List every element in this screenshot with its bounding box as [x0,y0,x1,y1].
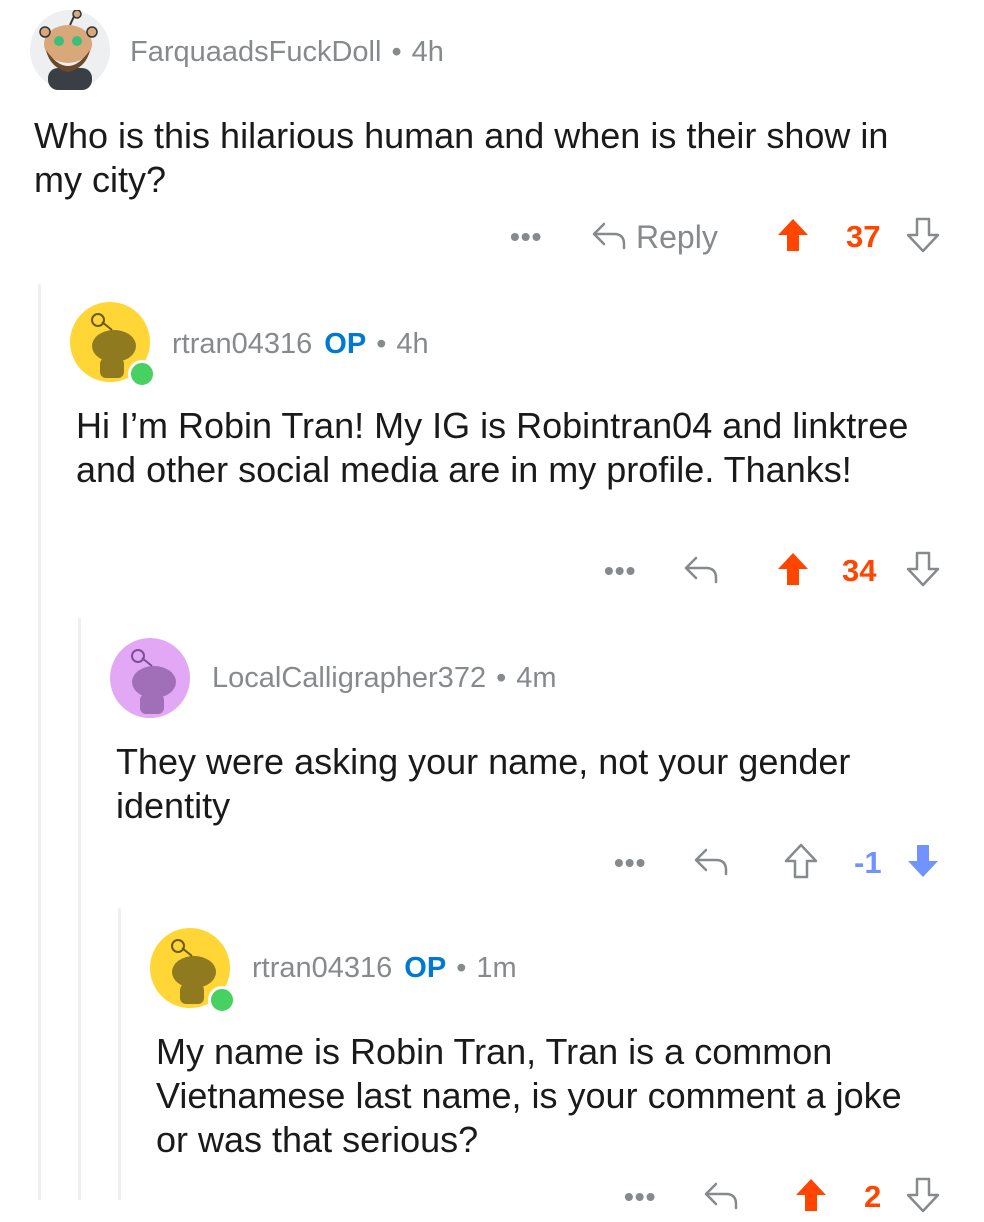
comment-actions: ••• Reply 37 [0,212,984,262]
timestamp: 4h [396,327,429,360]
yellow-snoo-avatar[interactable] [150,928,236,1014]
more-options-button[interactable]: ••• [614,838,646,888]
comment-localcalligrapher372: LocalCalligrapher372 • 4m They were aski… [0,626,984,906]
downvote-button[interactable] [906,838,940,888]
reply-arrow-icon [692,846,730,881]
meta-separator: • [496,661,507,694]
purple-snoo-avatar[interactable] [110,638,190,718]
comment-header: rtran04316 OP • 1m [252,946,517,990]
reply-button[interactable] [682,546,720,596]
reply-arrow-icon [702,1180,740,1215]
bearded-snoo-avatar[interactable] [30,10,110,90]
downvote-outline-icon [906,551,940,592]
comment-actions: ••• 2 [0,1172,984,1222]
timestamp: 1m [476,951,517,984]
upvote-filled-icon [776,551,810,592]
comment-body: My name is Robin Tran, Tran is a common … [156,1031,902,1160]
username[interactable]: rtran04316 [252,952,392,985]
vote-score: 2 [864,1179,882,1214]
upvote-button[interactable] [784,838,818,888]
downvote-button[interactable] [906,212,940,262]
more-options-button[interactable]: ••• [510,212,542,262]
comment-header: rtran04316 OP • 4h [172,322,429,366]
downvote-outline-icon [906,1177,940,1218]
reply-button[interactable] [692,838,730,888]
op-badge: OP [404,951,447,984]
comment-header: FarquaadsFuckDoll • 4h [130,30,444,74]
comment-farquaadsfuckdoll: FarquaadsFuckDoll • 4h Who is this hilar… [0,0,984,280]
comment-body: Who is this hilarious human and when is … [34,115,889,200]
vote-score: 34 [842,553,877,588]
reply-arrow-icon [590,220,628,255]
reply-button[interactable] [702,1172,740,1222]
meta-separator: • [376,327,387,360]
reply-label: Reply [636,218,718,255]
comment-rtran04316-1: rtran04316 OP • 4h Hi I’m Robin Tran! My… [0,290,984,610]
yellow-snoo-avatar[interactable] [70,302,156,388]
username[interactable]: FarquaadsFuckDoll [130,36,381,69]
timestamp: 4h [411,35,444,68]
comment-body: They were asking your name, not your gen… [116,741,851,826]
timestamp: 4m [516,661,557,694]
vote-score: -1 [854,845,882,880]
username[interactable]: rtran04316 [172,328,312,361]
op-badge: OP [324,327,367,360]
online-indicator [128,360,156,388]
vote-score: 37 [846,219,881,254]
upvote-button[interactable] [776,546,810,596]
comment-rtran04316-2: rtran04316 OP • 1m My name is Robin Tran… [0,918,984,1214]
username[interactable]: LocalCalligrapher372 [212,662,486,695]
reply-arrow-icon [682,554,720,589]
comment-actions: ••• -1 [0,838,984,888]
downvote-button[interactable] [906,546,940,596]
downvote-outline-icon [906,217,940,258]
comment-body: Hi I’m Robin Tran! My IG is Robintran04 … [76,405,909,490]
meta-separator: • [391,35,402,68]
meta-separator: • [456,951,467,984]
downvote-button[interactable] [906,1172,940,1222]
upvote-outline-icon [784,843,818,884]
reply-button[interactable]: Reply [590,212,718,262]
comment-actions: ••• 34 [0,546,984,596]
more-options-button[interactable]: ••• [624,1172,656,1222]
upvote-button[interactable] [794,1172,828,1222]
upvote-filled-icon [794,1177,828,1218]
downvote-filled-icon [906,843,940,884]
online-indicator [208,986,236,1014]
upvote-button[interactable] [776,212,810,262]
upvote-filled-icon [776,217,810,258]
more-options-button[interactable]: ••• [604,546,636,596]
comment-header: LocalCalligrapher372 • 4m [212,656,557,700]
